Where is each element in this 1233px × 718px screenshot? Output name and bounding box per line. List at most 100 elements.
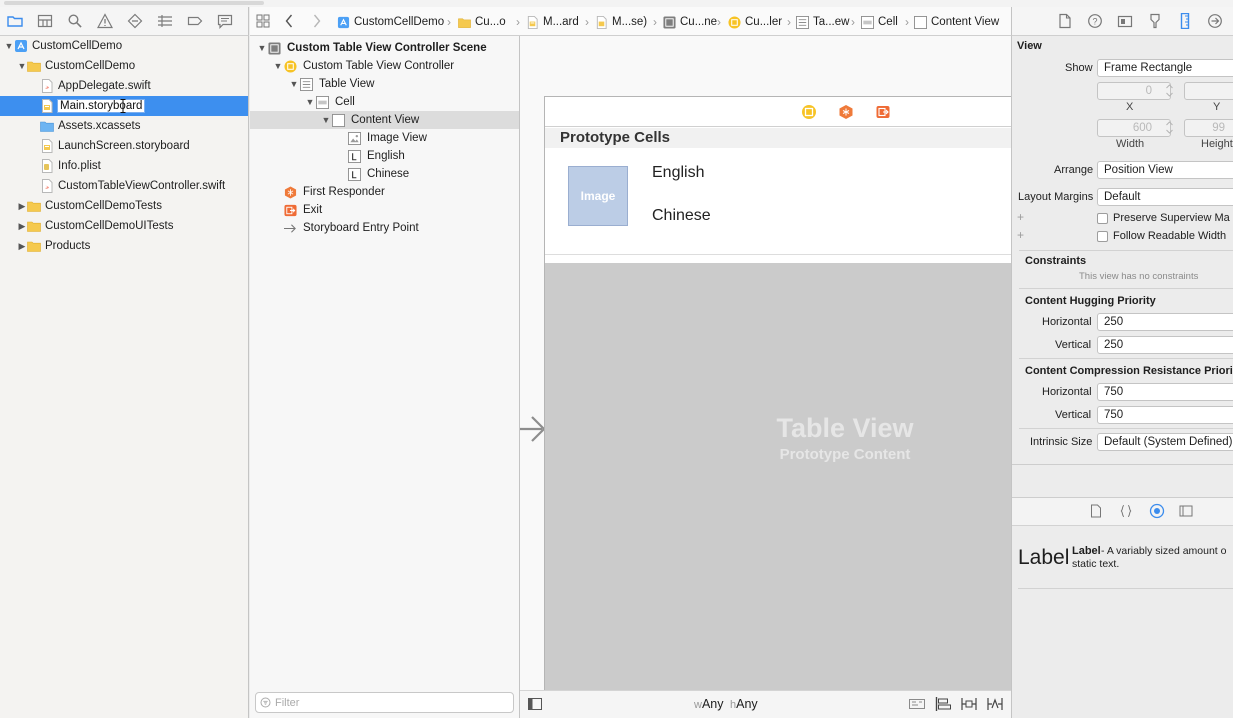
label-object-preview[interactable]: Label [1018,546,1069,570]
object-library-icon[interactable] [1149,503,1165,519]
disclosure-triangle-icon[interactable]: ▼ [320,115,332,125]
disclosure-triangle-icon[interactable]: ▶ [17,201,27,212]
outline-item[interactable]: First Responder [250,183,519,201]
forward-chevron-icon[interactable] [312,13,322,29]
align-icon[interactable] [935,697,951,711]
y-field[interactable] [1184,82,1233,100]
disclosure-triangle-icon[interactable]: ▼ [256,43,268,53]
breadcrumb-item[interactable]: Ta...ew [796,15,849,29]
outline-item[interactable]: ▼ Custom Table View Controller Scene [250,39,519,57]
first-responder-dock-icon[interactable] [838,104,854,120]
show-outline-toggle-icon[interactable] [528,698,542,710]
add-variation-plus-icon[interactable]: + [1017,228,1024,242]
image-view-placeholder[interactable]: Image [568,166,628,226]
disclosure-triangle-icon[interactable]: ▼ [4,41,14,51]
table-view-controller-scene[interactable]: Prototype Cells Image English Chinese Ta… [544,96,1011,690]
project-navigator-folder-icon[interactable] [7,13,23,29]
breadcrumb-item[interactable]: Cu...o [458,15,506,29]
compression-vertical-field[interactable]: 750 [1097,406,1233,424]
related-items-grid-icon[interactable] [256,14,270,28]
disclosure-triangle-icon[interactable]: ▼ [17,61,27,71]
breadcrumb-item[interactable]: CustomCellDemo [337,15,444,29]
identity-inspector-icon[interactable] [1117,13,1133,29]
show-popup[interactable]: Frame Rectangle [1097,59,1233,77]
outline-filter-field[interactable]: Filter [255,692,514,713]
size-class-selector[interactable]: wAny hAny [694,697,758,711]
size-inspector-ruler-icon[interactable] [1177,13,1193,29]
file-inspector-icon[interactable] [1057,13,1073,29]
update-frames-icon[interactable] [909,697,925,711]
width-field[interactable]: 600 [1097,119,1171,137]
breadcrumb-item[interactable]: Cell [861,15,898,29]
exit-dock-icon[interactable] [875,104,891,120]
media-library-icon[interactable] [1179,504,1193,518]
test-navigator-diamond-icon[interactable] [127,13,143,29]
find-navigator-search-icon[interactable] [67,13,83,29]
outline-item[interactable]: ▼ Custom Table View Controller [250,57,519,75]
outline-item-label: Table View [319,78,375,90]
breadcrumb-item[interactable]: Cu...ne [663,15,717,29]
follow-readable-width-checkbox[interactable] [1097,231,1108,242]
x-stepper-icon[interactable] [1165,82,1174,99]
navigator-item[interactable]: CustomTableViewController.swift [0,176,248,196]
arrange-popup[interactable]: Position View [1097,161,1233,179]
width-stepper-icon[interactable] [1165,119,1174,136]
compression-horizontal-field[interactable]: 750 [1097,383,1233,401]
disclosure-triangle-icon[interactable]: ▶ [17,241,27,252]
navigator-item[interactable]: AppDelegate.swift [0,76,248,96]
resolve-auto-layout-icon[interactable] [987,697,1003,711]
disclosure-triangle-icon[interactable]: ▼ [272,61,284,71]
navigator-item[interactable]: Main.storyboard [0,96,248,116]
x-field[interactable]: 0 [1097,82,1171,100]
breadcrumb-item[interactable]: Content View [914,15,999,29]
english-label[interactable]: English [652,164,704,182]
breadcrumb-item[interactable]: M...ard [526,15,579,29]
pin-icon[interactable] [961,697,977,711]
breadcrumb-item[interactable]: Cu...ler [728,15,782,29]
layout-margins-popup[interactable]: Default [1097,188,1233,206]
navigator-item[interactable]: ▶ CustomCellDemoUITests [0,216,248,236]
navigator-item[interactable]: ▶ Products [0,236,248,256]
quick-help-icon[interactable]: ? [1087,13,1103,29]
breadcrumb-item[interactable]: M...se) [595,15,647,29]
storyboard-entry-point-arrow-icon[interactable] [520,411,546,447]
outline-item[interactable]: Storyboard Entry Point [250,219,519,237]
disclosure-triangle-icon[interactable]: ▼ [304,97,316,107]
debug-navigator-icon[interactable] [157,13,173,29]
outline-item[interactable]: ▼ Cell [250,93,519,111]
outline-item[interactable]: ▼ Table View [250,75,519,93]
source-control-navigator-icon[interactable] [37,13,53,29]
file-template-library-icon[interactable] [1089,504,1103,518]
height-field[interactable]: 99 [1184,119,1233,137]
navigator-item[interactable]: LaunchScreen.storyboard [0,136,248,156]
prototype-cell[interactable]: Image English Chinese [545,149,1011,255]
outline-item[interactable]: Exit [250,201,519,219]
intrinsic-size-popup[interactable]: Default (System Defined) [1097,433,1233,451]
navigator-item[interactable]: ▼ CustomCellDemo [0,56,248,76]
table-view-body[interactable]: Table View Prototype Content [545,263,1011,690]
outline-item[interactable]: Chinese [250,165,519,183]
outline-item[interactable]: ▼ Content View [250,111,519,129]
issue-navigator-warning-icon[interactable] [97,13,113,29]
preserve-superview-margins-checkbox[interactable] [1097,213,1108,224]
disclosure-triangle-icon[interactable]: ▼ [288,79,300,89]
navigator-item[interactable]: ▼ CustomCellDemo [0,36,248,56]
disclosure-triangle-icon[interactable]: ▶ [17,221,27,232]
report-navigator-icon[interactable] [217,13,233,29]
navigator-item[interactable]: Info.plist [0,156,248,176]
attributes-inspector-icon[interactable] [1147,13,1163,29]
add-variation-plus-icon[interactable]: + [1017,210,1024,224]
storyboard-canvas[interactable]: Prototype Cells Image English Chinese Ta… [520,36,1011,690]
breakpoint-navigator-icon[interactable] [187,13,203,29]
outline-item[interactable]: English [250,147,519,165]
hugging-vertical-field[interactable]: 250 [1097,336,1233,354]
back-chevron-icon[interactable] [284,13,294,29]
navigator-item[interactable]: ▶ CustomCellDemoTests [0,196,248,216]
outline-item[interactable]: Image View [250,129,519,147]
navigator-item[interactable]: Assets.xcassets [0,116,248,136]
view-controller-dock-icon[interactable] [801,104,817,120]
hugging-horizontal-field[interactable]: 250 [1097,313,1233,331]
connections-inspector-icon[interactable] [1207,13,1223,29]
chinese-label[interactable]: Chinese [652,207,711,225]
code-snippet-library-icon[interactable] [1119,504,1133,518]
